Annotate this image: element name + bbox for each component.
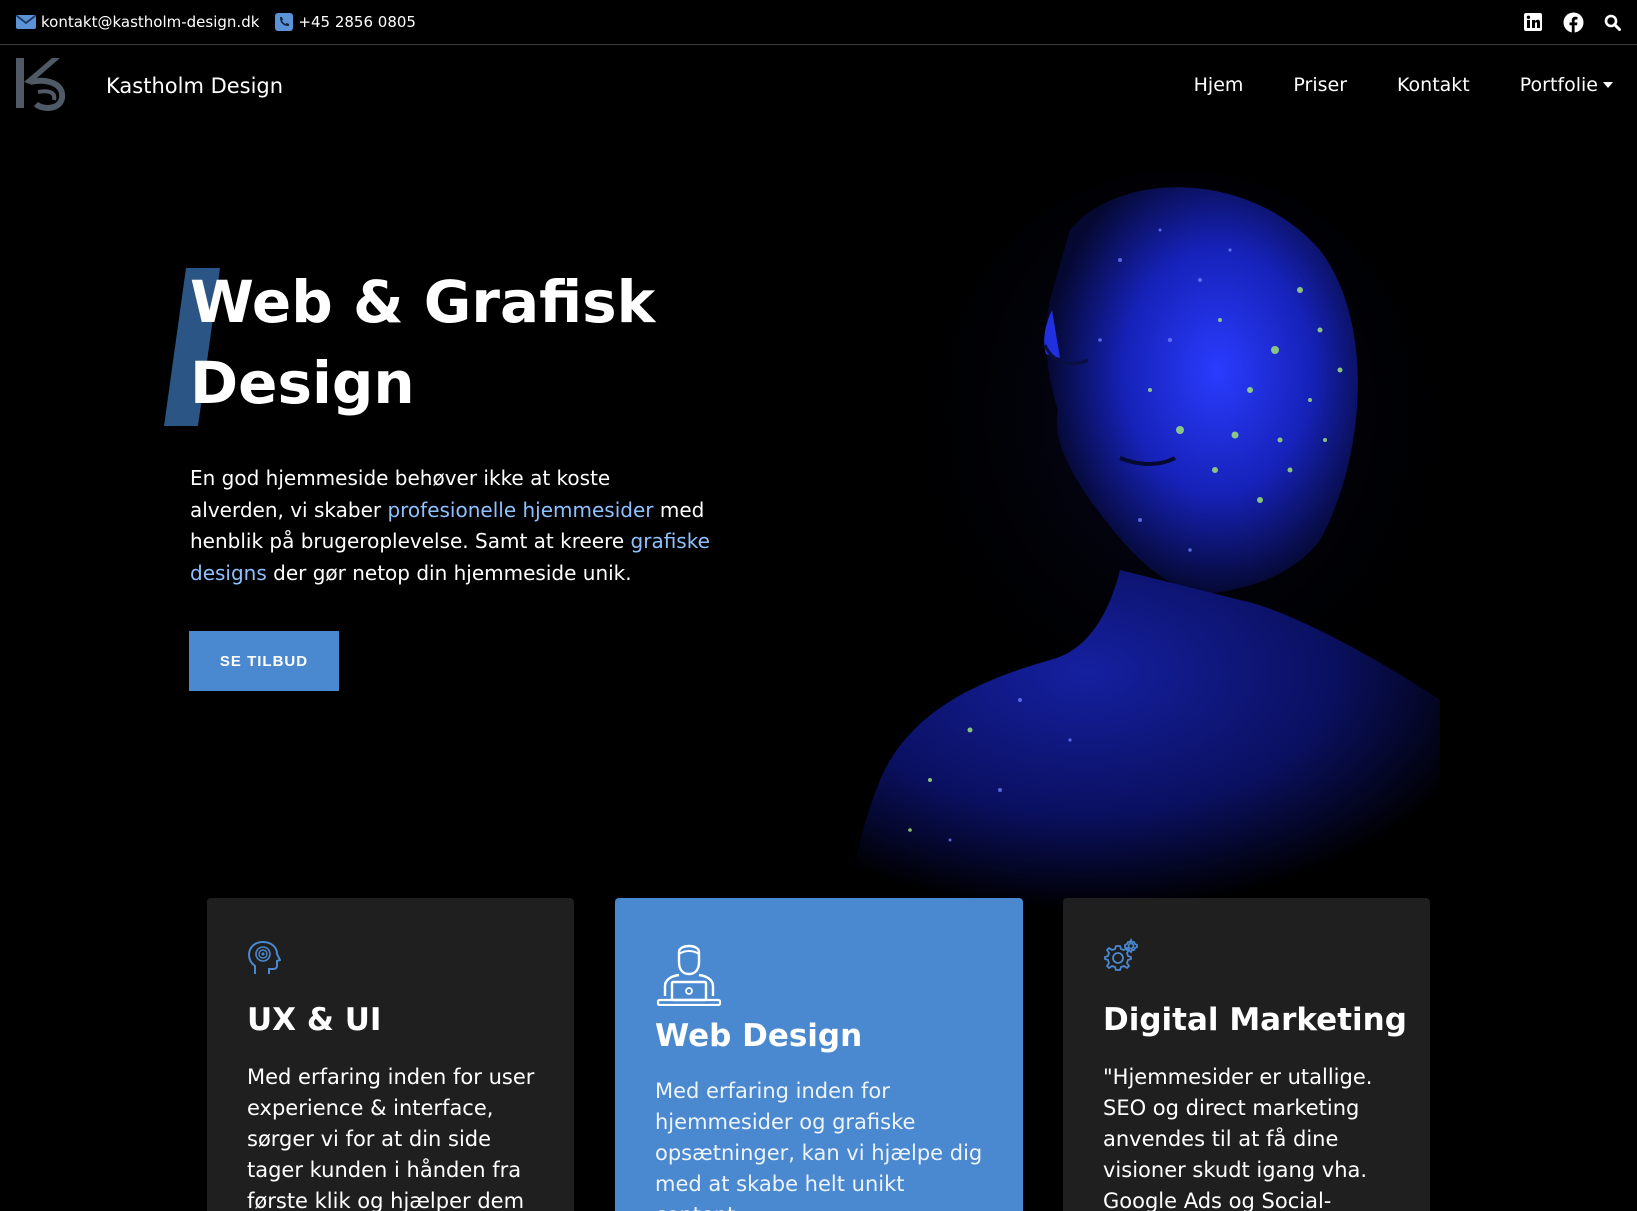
top-bar: kontakt@kastholm-design.dk +45 2856 0805 [0, 0, 1637, 45]
service-description: Med erfaring inden for user experience &… [247, 1065, 535, 1211]
hero-title-line2: Design [190, 349, 415, 417]
main-nav: Kastholm Design Hjem Priser Kontakt Port… [0, 46, 1637, 130]
kd-logo[interactable] [8, 52, 68, 112]
email-text: kontakt@kastholm-design.dk [41, 13, 260, 31]
phone-text: +45 2856 0805 [298, 13, 416, 31]
service-card-web-design[interactable]: Web Design Med erfaring inden for hjemme… [615, 898, 1023, 1211]
chevron-down-icon [1603, 82, 1613, 88]
nav-link-priser[interactable]: Priser [1293, 74, 1347, 96]
hero-title-line1: Web & Grafisk [190, 268, 656, 336]
email-link[interactable]: kontakt@kastholm-design.dk [16, 13, 259, 31]
phone-link[interactable]: +45 2856 0805 [275, 13, 416, 31]
phone-icon [275, 13, 294, 31]
social-links [1523, 12, 1621, 33]
brand-name[interactable]: Kastholm Design [106, 74, 283, 98]
linkedin-icon[interactable] [1523, 12, 1543, 32]
link-professional-websites[interactable]: profesionelle hjemmesider [387, 498, 653, 522]
hero-text-part3: der gør netop din hjemmeside unik. [266, 560, 632, 585]
search-icon[interactable] [1604, 14, 1621, 31]
nav-link-portfolie-label: Portfolie [1519, 74, 1598, 96]
envelope-icon [16, 15, 36, 29]
head-brain-icon [247, 940, 281, 974]
service-title: UX & UI [247, 1002, 382, 1038]
developer-laptop-icon [656, 944, 722, 1006]
see-offers-button[interactable]: SE TILBUD [189, 631, 339, 691]
hero-description: En god hjemmeside behøver ikke at koste … [190, 463, 710, 589]
service-title: Digital Marketing [1103, 1002, 1407, 1038]
nav-link-portfolie[interactable]: Portfolie [1520, 74, 1613, 96]
nav-link-kontakt[interactable]: Kontakt [1397, 74, 1470, 96]
service-card-ux-ui[interactable]: UX & UI Med erfaring inden for user expe… [207, 898, 574, 1211]
service-description: Med erfaring inden for hjemmesider og gr… [655, 1079, 983, 1211]
gears-icon [1104, 938, 1138, 971]
facebook-icon[interactable] [1563, 12, 1584, 33]
nav-link-hjem[interactable]: Hjem [1194, 74, 1244, 96]
nav-links: Hjem Priser Kontakt Portfolie [1194, 74, 1613, 96]
hero-title: Web & Grafisk Design [190, 262, 750, 424]
service-title: Web Design [655, 1018, 863, 1054]
page: kontakt@kastholm-design.dk +45 2856 0805 [0, 0, 1637, 1211]
service-card-digital-marketing[interactable]: Digital Marketing "Hjemmesider er utalli… [1063, 898, 1430, 1211]
hero-image [850, 170, 1440, 910]
service-description: "Hjemmesider er utallige. SEO og direct … [1103, 1065, 1373, 1211]
